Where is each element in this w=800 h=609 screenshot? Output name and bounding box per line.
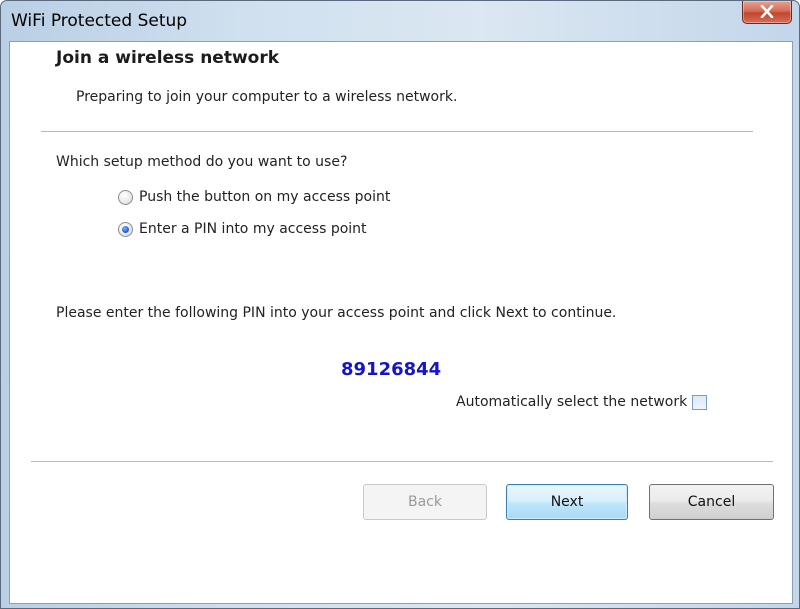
page-heading: Join a wireless network xyxy=(56,48,280,68)
back-button[interactable]: Back xyxy=(363,484,487,520)
setup-method-question: Which setup method do you want to use? xyxy=(56,154,348,170)
auto-select-network-option[interactable]: Automatically select the network xyxy=(456,394,708,410)
footer-divider xyxy=(31,461,773,462)
radio-label-enter-pin[interactable]: Enter a PIN into my access point xyxy=(139,221,367,237)
auto-select-label[interactable]: Automatically select the network xyxy=(456,394,687,410)
radio-label-push-button[interactable]: Push the button on my access point xyxy=(139,189,390,205)
close-button[interactable] xyxy=(742,1,792,24)
pin-code: 89126844 xyxy=(341,359,442,380)
radio-option-push-button[interactable]: Push the button on my access point xyxy=(118,189,390,205)
auto-select-checkbox[interactable] xyxy=(692,394,708,410)
header-divider xyxy=(41,131,753,132)
radio-unchecked-icon[interactable] xyxy=(118,189,133,205)
pin-instruction: Please enter the following PIN into your… xyxy=(56,305,617,321)
window-title: WiFi Protected Setup xyxy=(11,11,188,31)
title-bar: WiFi Protected Setup xyxy=(1,1,799,41)
radio-option-enter-pin[interactable]: Enter a PIN into my access point xyxy=(118,221,367,237)
page-subheading: Preparing to join your computer to a wir… xyxy=(76,89,458,105)
radio-checked-icon[interactable] xyxy=(118,221,133,237)
wps-dialog-window: WiFi Protected Setup Join a wireless net… xyxy=(0,0,800,609)
next-button[interactable]: Next xyxy=(506,484,628,520)
close-icon xyxy=(760,5,774,18)
cancel-button[interactable]: Cancel xyxy=(649,484,774,520)
